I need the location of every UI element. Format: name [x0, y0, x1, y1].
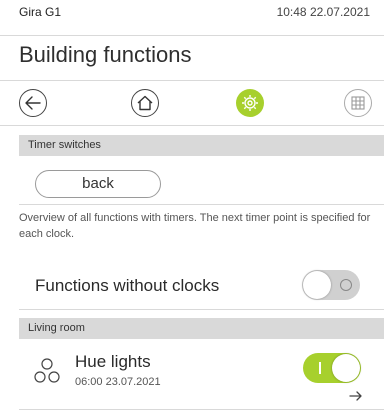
gear-icon: [242, 95, 258, 111]
timer-description: Overview of all functions with timers. T…: [19, 212, 371, 240]
nav-bar: [0, 80, 384, 126]
hue-lights-toggle[interactable]: [303, 353, 361, 383]
page-title: Building functions: [19, 42, 192, 67]
functions-without-clocks-row[interactable]: Functions without clocks: [19, 260, 384, 310]
toggle-knob: [332, 354, 360, 382]
back-button[interactable]: [19, 89, 47, 117]
grid-icon: [351, 96, 365, 110]
section-header-living-room: Living room: [19, 318, 384, 339]
clock-date: 10:48 22.07.2021: [276, 5, 370, 19]
hue-lights-name: Hue lights: [75, 352, 151, 371]
toggle-knob: [303, 271, 331, 299]
back-button-row: back: [19, 162, 384, 205]
arrow-right-icon[interactable]: [349, 390, 363, 402]
device-name: Gira G1: [19, 5, 62, 19]
back-arrow-icon: [25, 96, 41, 110]
hue-lights-icon: [34, 358, 60, 383]
grid-view-button[interactable]: [344, 89, 372, 117]
hue-lights-next-timer: 06:00 23.07.2021: [75, 376, 161, 388]
section-header-timer-switches: Timer switches: [19, 135, 384, 156]
home-button[interactable]: [131, 89, 159, 117]
functions-without-clocks-toggle[interactable]: [302, 270, 360, 300]
home-icon: [137, 95, 153, 111]
toggle-off-icon: [340, 279, 352, 291]
settings-button[interactable]: [236, 89, 264, 117]
toggle-on-icon: [319, 362, 321, 374]
back-text-button[interactable]: back: [35, 170, 161, 198]
status-bar: Gira G1 10:48 22.07.2021: [0, 0, 384, 36]
functions-without-clocks-label: Functions without clocks: [35, 276, 220, 295]
